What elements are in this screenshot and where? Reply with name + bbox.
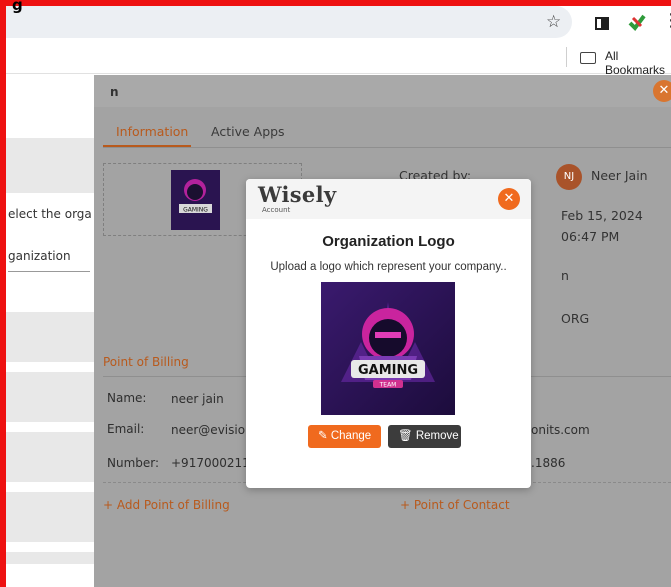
remove-logo-button[interactable]: 🗑 Remove bbox=[388, 425, 461, 448]
trash-icon: 🗑 bbox=[398, 430, 413, 442]
browser-toolbar: ☆ ⋮ bbox=[6, 4, 671, 41]
background-row bbox=[6, 492, 94, 542]
browser-menu-icon[interactable]: ⋮ bbox=[662, 10, 671, 31]
drawer-title: n bbox=[110, 85, 119, 99]
logo-text-main: GAMING bbox=[358, 363, 418, 378]
tab-active-apps[interactable]: Active Apps bbox=[211, 124, 285, 139]
created-date: Feb 15, 2024 bbox=[561, 208, 643, 223]
contact-email-value: onits.com bbox=[531, 423, 590, 437]
billing-name-label: Name: bbox=[107, 391, 147, 405]
background-row bbox=[6, 552, 94, 564]
drawer-close-button[interactable]: ✕ bbox=[653, 80, 671, 102]
billing-email-label: Email: bbox=[107, 422, 145, 436]
pencil-icon: ✎ bbox=[318, 430, 328, 442]
modal-title: Organization Logo bbox=[322, 233, 455, 250]
billing-email-value: neer@evision bbox=[171, 423, 253, 437]
all-bookmarks-link[interactable]: All Bookmarks bbox=[605, 49, 671, 77]
tabs-divider bbox=[103, 147, 671, 148]
address-bar[interactable] bbox=[6, 6, 572, 38]
tab-title-fragment: g bbox=[12, 0, 23, 14]
modal-close-button[interactable]: ✕ bbox=[498, 188, 520, 210]
billing-name-value: neer jain bbox=[171, 392, 224, 406]
billing-number-value: +9170002118 bbox=[171, 456, 258, 470]
bookmarks-bar: All Bookmarks bbox=[6, 41, 671, 77]
billing-number-label: Number: bbox=[107, 456, 160, 470]
folder-icon bbox=[580, 52, 596, 64]
background-text-org: ganization bbox=[8, 249, 71, 263]
wisely-logo: Wisely bbox=[258, 182, 336, 207]
logo-text-sub: TEAM bbox=[379, 382, 397, 389]
created-by-name: Neer Jain bbox=[591, 168, 648, 183]
avatar: NJ bbox=[556, 164, 582, 190]
contact-number-value: .1886 bbox=[531, 456, 566, 470]
info-field-4: ORG bbox=[561, 311, 590, 326]
billing-section-title: Point of Billing bbox=[103, 355, 189, 369]
bookmark-star-icon[interactable]: ☆ bbox=[546, 12, 561, 32]
background-row bbox=[6, 432, 94, 482]
info-field-3: n bbox=[561, 268, 569, 283]
background-text-select: elect the orga bbox=[8, 207, 92, 221]
background-row bbox=[6, 372, 94, 422]
brand-text: Wisely bbox=[258, 182, 337, 207]
drawer-header bbox=[94, 75, 671, 107]
modal-header: Wisely Account ✕ bbox=[246, 179, 531, 219]
change-logo-button[interactable]: ✎ Change bbox=[308, 425, 381, 448]
modal-description: Upload a logo which represent your compa… bbox=[270, 261, 507, 273]
extension-icon[interactable] bbox=[627, 12, 647, 32]
remove-label: Remove bbox=[415, 430, 459, 442]
brand-subtext: Account bbox=[262, 206, 291, 214]
change-label: Change bbox=[330, 430, 372, 442]
add-contact-link[interactable]: + Point of Contact bbox=[400, 498, 510, 512]
add-billing-link[interactable]: + Add Point of Billing bbox=[103, 498, 230, 512]
logo-thumbnail: GAMING bbox=[171, 170, 220, 230]
organization-logo-modal: Wisely Account ✕ Organization Logo Uploa… bbox=[246, 179, 531, 488]
logo-thumbnail-text: GAMING bbox=[183, 207, 208, 214]
background-header-band bbox=[6, 138, 94, 193]
tab-information[interactable]: Information bbox=[116, 124, 188, 139]
created-time: 06:47 PM bbox=[561, 229, 620, 244]
bookmarks-divider bbox=[566, 47, 567, 67]
background-row bbox=[6, 312, 94, 362]
organization-logo-image: GAMING TEAM bbox=[321, 282, 455, 415]
side-panel-icon[interactable] bbox=[595, 17, 609, 30]
